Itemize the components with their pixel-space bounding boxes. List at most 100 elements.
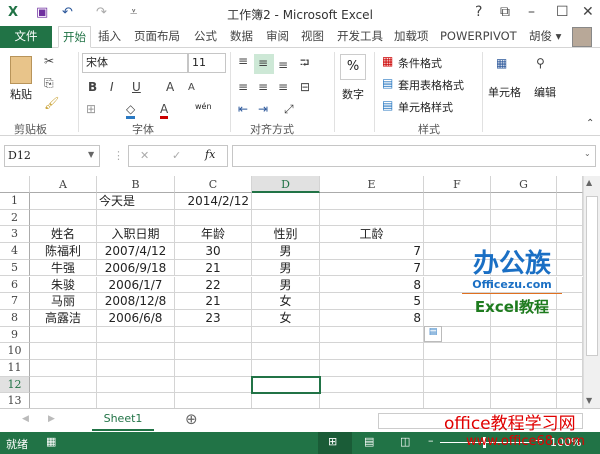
cell-E10[interactable] xyxy=(320,343,424,360)
tab-formulas[interactable]: 公式 xyxy=(190,26,221,48)
cell-A3[interactable]: 姓名 xyxy=(30,226,97,244)
cell-D12[interactable] xyxy=(251,375,321,395)
shrink-font-button[interactable]: A xyxy=(188,82,195,93)
prev-sheet-icon[interactable]: ◀ xyxy=(22,414,29,424)
cell-D5[interactable]: 男 xyxy=(252,259,320,277)
row-header-5[interactable]: 5 xyxy=(0,259,30,277)
cell-F2[interactable] xyxy=(424,209,491,227)
cell-E5[interactable]: 7 xyxy=(320,259,424,277)
cell-A8[interactable]: 高露洁 xyxy=(30,309,97,327)
tab-addins[interactable]: 加载项 xyxy=(390,26,433,48)
editing-button[interactable]: 编辑 xyxy=(534,84,556,100)
zoom-out-icon[interactable]: – xyxy=(428,434,434,447)
formula-input[interactable] xyxy=(232,145,596,167)
cell-12[interactable] xyxy=(557,376,583,394)
cell-D7[interactable]: 女 xyxy=(252,293,320,310)
row-header-3[interactable]: 3 xyxy=(0,226,30,244)
tab-page-layout[interactable]: 页面布局 xyxy=(130,26,184,48)
cell-B7[interactable]: 2008/12/8 xyxy=(97,293,175,310)
font-color-button[interactable]: A xyxy=(160,102,169,119)
font-name-select[interactable]: 宋体 xyxy=(82,53,188,73)
cancel-icon[interactable]: ✕ xyxy=(140,149,149,162)
cell-F10[interactable] xyxy=(424,343,491,360)
row-header-7[interactable]: 7 xyxy=(0,293,30,310)
scroll-thumb[interactable] xyxy=(586,196,598,356)
select-all-button[interactable] xyxy=(0,176,30,193)
row-header-11[interactable]: 11 xyxy=(0,360,30,377)
enter-icon[interactable]: ✓ xyxy=(172,149,181,162)
cell-C11[interactable] xyxy=(175,360,252,377)
decrease-indent-icon[interactable]: ⇤ xyxy=(238,102,248,116)
cell-D3[interactable]: 性别 xyxy=(252,226,320,244)
number-format-button[interactable]: % xyxy=(340,54,366,80)
cell-G3[interactable] xyxy=(491,226,557,244)
cell-D10[interactable] xyxy=(252,343,320,360)
cell-D6[interactable]: 男 xyxy=(252,276,320,294)
row-header-13[interactable]: 13 xyxy=(0,393,30,408)
cell-B9[interactable] xyxy=(97,326,175,344)
cell-G1[interactable] xyxy=(491,193,557,210)
tab-file[interactable]: 文件 xyxy=(0,26,52,48)
scroll-up-icon[interactable]: ▲ xyxy=(586,178,592,187)
cell-E1[interactable] xyxy=(320,193,424,210)
column-header-G[interactable]: G xyxy=(491,176,557,193)
scroll-down-icon[interactable]: ▼ xyxy=(586,396,592,405)
name-box[interactable]: D12 xyxy=(4,145,100,167)
cell-F1[interactable] xyxy=(424,193,491,210)
column-header-D[interactable]: D xyxy=(252,176,320,193)
column-header-F[interactable]: F xyxy=(424,176,491,193)
row-header-9[interactable]: 9 xyxy=(0,326,30,344)
cell-C2[interactable] xyxy=(175,209,252,227)
tab-insert[interactable]: 插入 xyxy=(94,26,125,48)
cell-F12[interactable] xyxy=(424,376,491,394)
cell-10[interactable] xyxy=(557,343,583,360)
cell-F13[interactable] xyxy=(424,393,491,408)
cell-E6[interactable]: 8 xyxy=(320,276,424,294)
cell-A13[interactable] xyxy=(30,393,97,408)
paste-button[interactable]: 粘贴 xyxy=(10,86,32,102)
cell-A11[interactable] xyxy=(30,360,97,377)
cell-G2[interactable] xyxy=(491,209,557,227)
cell-C1[interactable]: 2014/2/12 xyxy=(175,193,252,210)
collapse-ribbon-icon[interactable]: ⌃ xyxy=(586,118,594,129)
column-header-B[interactable]: B xyxy=(97,176,175,193)
row-header-8[interactable]: 8 xyxy=(0,309,30,327)
cell-A4[interactable]: 陈福利 xyxy=(30,243,97,260)
cell-G10[interactable] xyxy=(491,343,557,360)
cell-E12[interactable] xyxy=(320,376,424,394)
cell-E2[interactable] xyxy=(320,209,424,227)
format-as-table-button[interactable]: 套用表格格式 xyxy=(398,77,464,93)
copy-icon[interactable]: ⎘ xyxy=(44,76,54,91)
cell-A12[interactable] xyxy=(30,376,97,394)
tab-review[interactable]: 审阅 xyxy=(262,26,293,48)
cell-A1[interactable] xyxy=(30,193,97,210)
ribbon-display-button[interactable]: ⧉ xyxy=(500,4,510,20)
cell-D13[interactable] xyxy=(252,393,320,408)
cell-A2[interactable] xyxy=(30,209,97,227)
cell-C10[interactable] xyxy=(175,343,252,360)
cell-A5[interactable]: 牛强 xyxy=(30,259,97,277)
cell-B2[interactable] xyxy=(97,209,175,227)
cell-13[interactable] xyxy=(557,393,583,408)
cell-B5[interactable]: 2006/9/18 xyxy=(97,259,175,277)
cell-D8[interactable]: 女 xyxy=(252,309,320,327)
cell-B3[interactable]: 入职日期 xyxy=(97,226,175,244)
cell-C8[interactable]: 23 xyxy=(175,309,252,327)
orientation-icon[interactable]: ⤢ xyxy=(284,102,294,117)
cell-B6[interactable]: 2006/1/7 xyxy=(97,276,175,294)
cell-11[interactable] xyxy=(557,360,583,377)
merge-center-icon[interactable]: ⊟ xyxy=(300,80,310,94)
cell-C13[interactable] xyxy=(175,393,252,408)
page-layout-icon[interactable]: ▤ xyxy=(364,435,374,448)
cell-1[interactable] xyxy=(557,193,583,210)
insert-function-button[interactable]: fx xyxy=(205,148,215,161)
macro-record-icon[interactable]: ▦ xyxy=(46,435,56,448)
cell-B10[interactable] xyxy=(97,343,175,360)
row-header-10[interactable]: 10 xyxy=(0,343,30,360)
wrap-text-icon[interactable]: ⮒ xyxy=(300,54,309,75)
tab-view[interactable]: 视图 xyxy=(297,26,328,48)
format-painter-icon[interactable]: 🖌 xyxy=(44,96,59,110)
avatar[interactable] xyxy=(572,27,592,47)
italic-button[interactable]: I xyxy=(110,80,114,94)
column-header-C[interactable]: C xyxy=(175,176,252,193)
